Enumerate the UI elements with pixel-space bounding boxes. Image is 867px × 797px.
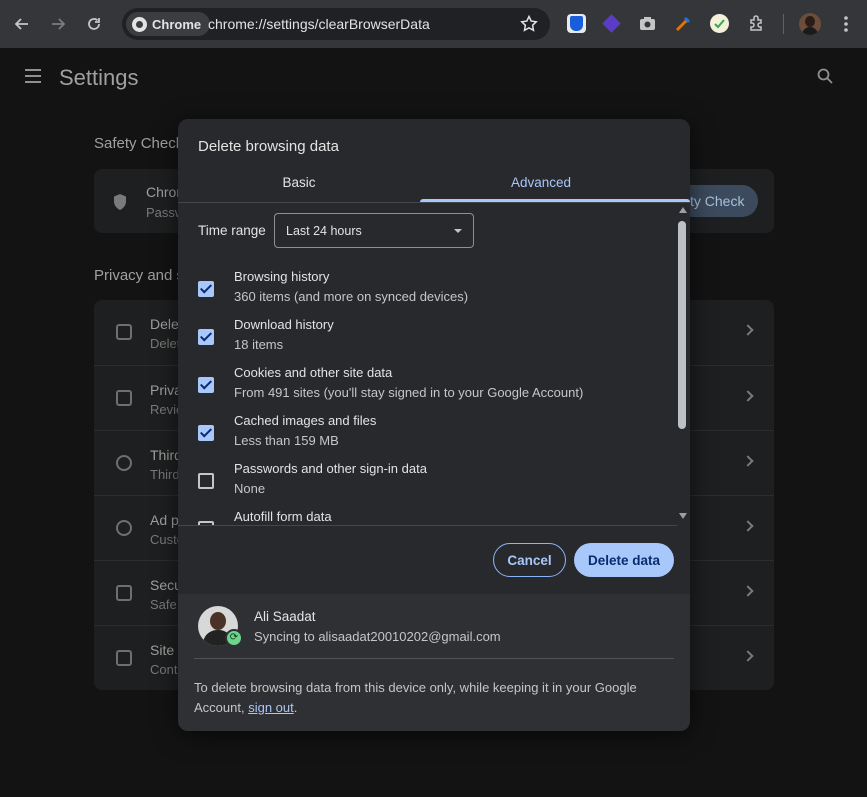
chip-label: Chrome	[152, 16, 202, 32]
sign-out-note: To delete browsing data from this device…	[194, 678, 664, 718]
browser-toolbar: Chrome chrome://settings/clearBrowserDat…	[0, 0, 867, 48]
shield-icon	[114, 194, 126, 210]
chevron-right-icon	[742, 455, 754, 467]
chevron-right-icon	[742, 520, 754, 532]
scrollbar-thumb[interactable]	[678, 221, 686, 429]
option-title: Passwords and other sign-in data	[234, 461, 427, 476]
sync-icon: ⟳	[225, 629, 243, 647]
dialog-title: Delete browsing data	[198, 138, 339, 155]
color-picker-extension-icon[interactable]	[674, 14, 693, 33]
row-subtitle: Delet	[150, 336, 181, 351]
privacy-guide-icon	[116, 390, 132, 406]
option-title: Browsing history	[234, 269, 330, 284]
option-desc: From 491 sites (you'll stay signed in to…	[234, 385, 584, 400]
row-title: Ad p	[150, 512, 179, 528]
settings-title: Settings	[59, 65, 139, 90]
cookies-option[interactable]: Cookies and other site data From 491 sit…	[178, 365, 678, 413]
row-subtitle: Safe	[150, 597, 177, 612]
kebab-menu-icon[interactable]	[832, 10, 860, 38]
option-desc: None	[234, 481, 266, 496]
option-title: Cookies and other site data	[234, 365, 393, 380]
option-desc: 18 items	[234, 337, 284, 352]
note-suffix: .	[293, 700, 298, 715]
scroll-up-icon[interactable]	[679, 207, 687, 213]
option-desc: 360 items (and more on synced devices)	[234, 289, 469, 304]
extension-icon[interactable]	[747, 14, 766, 33]
delete-data-button[interactable]: Delete data	[574, 543, 674, 577]
lock-icon	[116, 585, 132, 601]
cached-images-checkbox[interactable]	[198, 425, 214, 441]
time-range-label: Time range	[198, 223, 266, 238]
option-title: Cached images and files	[234, 413, 377, 428]
account-sync-email: Syncing to alisaadat20010202@gmail.com	[254, 629, 501, 644]
account-section: ⟳ Ali Saadat Syncing to alisaadat2001020…	[178, 594, 690, 731]
chevron-right-icon	[742, 390, 754, 402]
chevron-right-icon	[742, 324, 754, 336]
bitwarden-extension-icon[interactable]	[567, 14, 586, 33]
chrome-chip[interactable]: Chrome	[126, 12, 211, 36]
option-title: Autofill form data	[234, 509, 332, 524]
caret-down-icon	[454, 229, 462, 233]
chrome-logo-icon	[132, 16, 147, 32]
option-title: Download history	[234, 317, 334, 332]
address-bar[interactable]: Chrome chrome://settings/clearBrowserDat…	[122, 8, 550, 40]
browsing-history-option[interactable]: Browsing history 360 items (and more on …	[178, 269, 678, 317]
download-history-checkbox[interactable]	[198, 329, 214, 345]
purple-diamond-extension-icon[interactable]	[602, 14, 621, 33]
url-text: chrome://settings/clearBrowserData	[208, 16, 430, 32]
tab-advanced[interactable]: Advanced	[420, 169, 662, 202]
scroll-down-icon[interactable]	[679, 513, 687, 519]
browsing-history-checkbox[interactable]	[198, 281, 214, 297]
ad-privacy-icon	[116, 520, 132, 536]
forward-icon[interactable]	[44, 10, 72, 38]
cancel-button[interactable]: Cancel	[493, 543, 566, 577]
advanced-options-list[interactable]: Time range Last 24 hours Browsing histor…	[178, 203, 690, 525]
sign-out-link[interactable]: sign out	[248, 700, 294, 715]
hamburger-menu-icon[interactable]	[25, 69, 41, 83]
chevron-right-icon	[742, 585, 754, 597]
sliders-icon	[116, 650, 132, 666]
account-divider	[194, 658, 674, 659]
row-subtitle: Third	[150, 467, 180, 482]
autofill-option[interactable]: Autofill form data	[178, 509, 678, 525]
chevron-right-icon	[742, 650, 754, 662]
cached-images-option[interactable]: Cached images and files Less than 159 MB	[178, 413, 678, 461]
reload-icon[interactable]	[80, 10, 108, 38]
scrollbar[interactable]	[677, 207, 689, 523]
back-icon[interactable]	[8, 10, 36, 38]
profile-avatar[interactable]	[799, 13, 821, 35]
settings-header: Settings	[0, 48, 867, 104]
privacy-heading: Privacy and s	[94, 267, 185, 284]
row-subtitle: Cont	[150, 662, 178, 677]
time-range-select[interactable]: Last 24 hours	[274, 213, 474, 248]
option-desc: Less than 159 MB	[234, 433, 339, 448]
star-icon[interactable]	[520, 15, 538, 33]
account-name: Ali Saadat	[254, 609, 316, 624]
camera-extension-icon[interactable]	[638, 14, 657, 33]
toolbar-separator	[783, 14, 784, 34]
passwords-option[interactable]: Passwords and other sign-in data None	[178, 461, 678, 509]
search-icon[interactable]	[817, 68, 833, 84]
delete-browsing-data-dialog: Delete browsing data Basic Advanced Time…	[178, 119, 690, 731]
download-history-option[interactable]: Download history 18 items	[178, 317, 678, 365]
passwords-checkbox[interactable]	[198, 473, 214, 489]
safety-check-heading: Safety Check	[94, 135, 184, 152]
cookie-icon	[116, 455, 132, 471]
time-range-value: Last 24 hours	[286, 224, 362, 238]
list-bottom-divider	[178, 525, 677, 526]
cookies-checkbox[interactable]	[198, 377, 214, 393]
clock-extension-icon[interactable]	[710, 14, 729, 33]
tab-basic[interactable]: Basic	[178, 169, 420, 202]
trash-icon	[116, 324, 132, 340]
